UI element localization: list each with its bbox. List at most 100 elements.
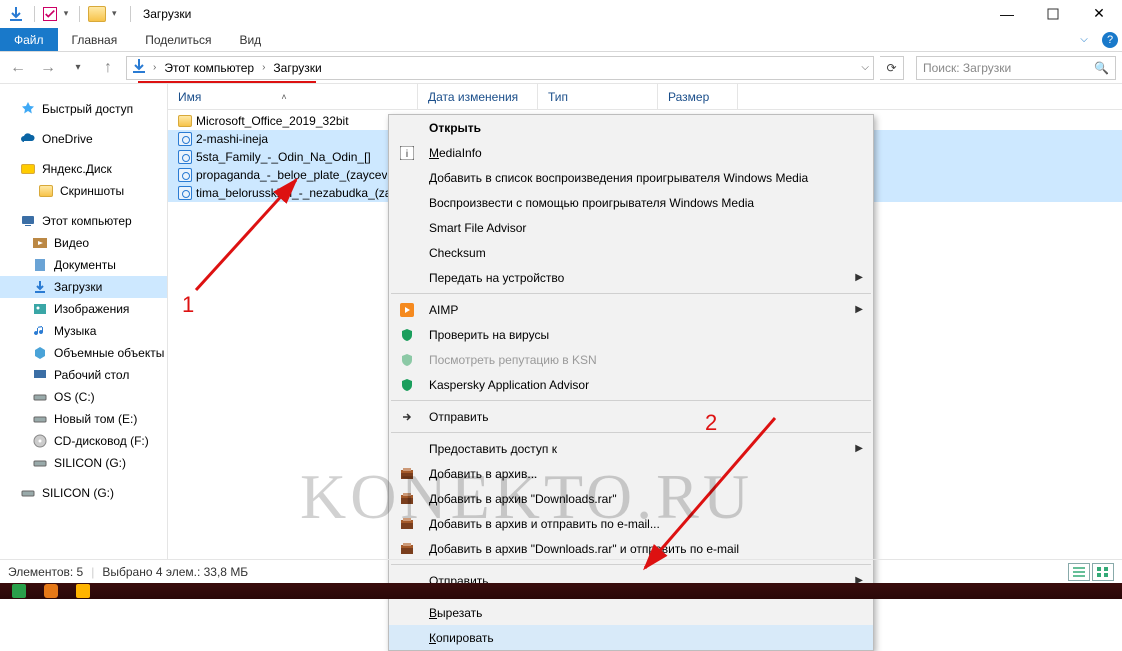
video-icon: [32, 235, 48, 251]
cloud-icon: [20, 131, 36, 147]
menu-add-archive-email[interactable]: Добавить в архив и отправить по e-mail..…: [389, 511, 873, 536]
status-elements: Элементов: 5: [8, 565, 83, 579]
refresh-button[interactable]: ⟳: [880, 56, 904, 80]
sidebar-downloads[interactable]: Загрузки: [0, 276, 167, 298]
address-bar[interactable]: › Этот компьютер › Загрузки ⌵: [126, 56, 874, 80]
sidebar-drive-g[interactable]: SILICON (G:): [0, 452, 167, 474]
sidebar-videos[interactable]: Видео: [0, 232, 167, 254]
qat-checkbox-icon[interactable]: [43, 7, 57, 21]
sidebar-drive-c[interactable]: OS (C:): [0, 386, 167, 408]
status-selected: Выбрано 4 элем.: 33,8 МБ: [102, 565, 248, 579]
breadcrumb-sep[interactable]: ›: [260, 62, 267, 73]
sidebar-item-label: Объемные объекты: [54, 346, 164, 360]
taskbar-icon[interactable]: [12, 584, 26, 598]
annotation-underline: [138, 81, 316, 83]
menu-copy[interactable]: Копировать: [389, 625, 873, 650]
menu-smart-file-advisor[interactable]: Smart File Advisor: [389, 215, 873, 240]
sidebar-screenshots[interactable]: Скриншоты: [0, 180, 167, 202]
help-button[interactable]: ?: [1098, 28, 1122, 51]
drive-icon: [32, 455, 48, 471]
menu-add-downloads-rar[interactable]: Добавить в архив "Downloads.rar": [389, 486, 873, 511]
sidebar-music[interactable]: Музыка: [0, 320, 167, 342]
view-details-button[interactable]: [1068, 563, 1090, 581]
column-type[interactable]: Тип: [538, 84, 658, 109]
sidebar-item-label: Документы: [54, 258, 116, 272]
qat-overflow-icon[interactable]: ▾: [112, 8, 122, 19]
title-bar: ▾ ▾ Загрузки ― ✕: [0, 0, 1122, 28]
qat-dropdown-icon[interactable]: ▾: [61, 4, 71, 24]
breadcrumb-sep[interactable]: ›: [151, 62, 158, 73]
nav-bar: ← → ▾ ↑ › Этот компьютер › Загрузки ⌵ ⟳ …: [0, 52, 1122, 84]
sort-indicator-icon: ˄: [281, 92, 286, 102]
up-button[interactable]: ↑: [96, 56, 120, 80]
menu-add-downloads-rar-email[interactable]: Добавить в архив "Downloads.rar" и отпра…: [389, 536, 873, 561]
audio-icon: [178, 150, 192, 164]
column-size[interactable]: Размер: [658, 84, 738, 109]
menu-checksum[interactable]: Checksum: [389, 240, 873, 265]
file-name: 5sta_Family_-_Odin_Na_Odin_[]: [196, 150, 371, 164]
svg-text:i: i: [406, 149, 408, 160]
sidebar-item-label: Видео: [54, 236, 89, 250]
folder-icon: [38, 183, 54, 199]
breadcrumb-downloads[interactable]: Загрузки: [271, 61, 323, 75]
view-toggles: [1068, 563, 1114, 581]
sidebar-desktop[interactable]: Рабочий стол: [0, 364, 167, 386]
sidebar-quick-access[interactable]: Быстрый доступ: [0, 98, 167, 120]
sidebar-pictures[interactable]: Изображения: [0, 298, 167, 320]
sidebar-yandex-disk[interactable]: Яндекс.Диск: [0, 158, 167, 180]
breadcrumb-this-pc[interactable]: Этот компьютер: [162, 61, 256, 75]
back-button[interactable]: ←: [6, 56, 30, 80]
search-box[interactable]: Поиск: Загрузки 🔍: [916, 56, 1116, 80]
close-button[interactable]: ✕: [1076, 0, 1122, 28]
address-dropdown-icon[interactable]: ⌵: [861, 62, 869, 73]
menu-open[interactable]: Открыть: [389, 115, 873, 140]
menu-play-wmp[interactable]: Воспроизвести с помощью проигрывателя Wi…: [389, 190, 873, 215]
downloads-arrow-icon: [6, 4, 26, 24]
menu-mediainfo[interactable]: iMediaInfo: [389, 140, 873, 165]
menu-cast-to-device[interactable]: Передать на устройство▶: [389, 265, 873, 290]
sidebar-3d-objects[interactable]: Объемные объекты: [0, 342, 167, 364]
recent-dropdown[interactable]: ▾: [66, 56, 90, 80]
taskbar-icon[interactable]: [76, 584, 90, 598]
menu-send[interactable]: Отправить: [389, 404, 873, 429]
file-tab[interactable]: Файл: [0, 28, 58, 51]
annotation-arrow-1: [186, 170, 316, 300]
menu-add-wmp-list[interactable]: Добавить в список воспроизведения проигр…: [389, 165, 873, 190]
drive-icon: [20, 485, 36, 501]
menu-aimp[interactable]: AIMP▶: [389, 297, 873, 322]
sidebar-drive-e[interactable]: Новый том (E:): [0, 408, 167, 430]
maximize-button[interactable]: [1030, 0, 1076, 28]
sidebar-this-pc[interactable]: Этот компьютер: [0, 210, 167, 232]
forward-button[interactable]: →: [36, 56, 60, 80]
sidebar-documents[interactable]: Документы: [0, 254, 167, 276]
search-icon[interactable]: 🔍: [1094, 61, 1109, 75]
file-name: Microsoft_Office_2019_32bit: [196, 114, 349, 128]
annotation-number-1: 1: [182, 292, 194, 318]
menu-scan-viruses[interactable]: Проверить на вирусы: [389, 322, 873, 347]
sidebar-silicon[interactable]: SILICON (G:): [0, 482, 167, 504]
tab-share[interactable]: Поделиться: [131, 28, 225, 51]
search-placeholder: Поиск: Загрузки: [923, 61, 1094, 75]
tab-home[interactable]: Главная: [58, 28, 132, 51]
sidebar-onedrive[interactable]: OneDrive: [0, 128, 167, 150]
quick-access-toolbar: ▾ ▾: [0, 4, 135, 24]
audio-icon: [178, 132, 192, 146]
view-icons-button[interactable]: [1092, 563, 1114, 581]
file-name: 2-mashi-ineja: [196, 132, 268, 146]
column-name[interactable]: Имя˄: [168, 84, 418, 109]
sidebar-item-label: Яндекс.Диск: [42, 162, 112, 176]
sidebar-item-label: OneDrive: [42, 132, 93, 146]
taskbar-icon[interactable]: [44, 584, 58, 598]
minimize-button[interactable]: ―: [984, 0, 1030, 28]
share-icon: [395, 410, 419, 424]
sidebar-cd-drive[interactable]: CD-дисковод (F:): [0, 430, 167, 452]
menu-give-access[interactable]: Предоставить доступ к▶: [389, 436, 873, 461]
column-date[interactable]: Дата изменения: [418, 84, 538, 109]
tab-view[interactable]: Вид: [225, 28, 275, 51]
menu-add-archive[interactable]: Добавить в архив...: [389, 461, 873, 486]
ribbon-collapse-icon[interactable]: ⌵: [1070, 28, 1098, 51]
menu-ksn-reputation[interactable]: Посмотреть репутацию в KSN: [389, 347, 873, 372]
menu-kav-advisor[interactable]: Kaspersky Application Advisor: [389, 372, 873, 397]
menu-cut[interactable]: Вырезать: [389, 600, 873, 625]
ribbon-tabs: Файл Главная Поделиться Вид ⌵ ?: [0, 28, 1122, 52]
